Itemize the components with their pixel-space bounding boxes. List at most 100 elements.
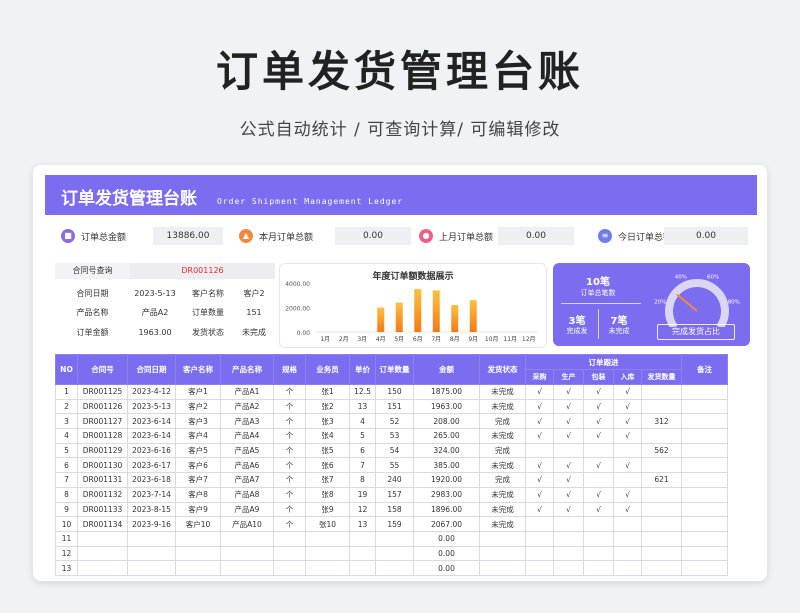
table-cell[interactable]: 240 <box>375 472 414 488</box>
table-cell[interactable]: √ <box>613 413 642 430</box>
table-cell[interactable]: DR001125 <box>77 384 128 400</box>
table-cell[interactable]: 0.00 <box>413 545 480 562</box>
table-cell[interactable] <box>77 545 128 562</box>
table-cell[interactable]: 未完成 <box>479 501 526 518</box>
table-cell[interactable]: 5 <box>55 442 78 459</box>
table-cell[interactable] <box>479 560 526 576</box>
table-cell[interactable] <box>641 530 682 547</box>
table-cell[interactable]: 8 <box>349 472 376 488</box>
table-cell[interactable] <box>681 428 728 444</box>
table-cell[interactable]: √ <box>553 501 584 518</box>
table-cell[interactable] <box>273 560 306 576</box>
table-cell[interactable]: 张5 <box>305 442 350 459</box>
table-cell[interactable]: √ <box>613 501 642 518</box>
table-cell[interactable]: √ <box>613 384 642 400</box>
table-cell[interactable] <box>553 442 584 459</box>
table-cell[interactable]: 客户7 <box>175 472 221 488</box>
table-cell[interactable] <box>613 516 642 532</box>
table-cell[interactable] <box>553 545 584 562</box>
table-cell[interactable] <box>553 516 584 532</box>
table-cell[interactable]: 12.5 <box>349 384 376 400</box>
table-cell[interactable]: 产品A6 <box>220 457 274 474</box>
table-cell[interactable]: √ <box>613 398 642 415</box>
table-cell[interactable]: √ <box>613 457 642 474</box>
table-cell[interactable]: 张4 <box>305 428 350 444</box>
table-cell[interactable]: 客户3 <box>175 413 221 430</box>
table-cell[interactable]: √ <box>525 501 554 518</box>
table-cell[interactable]: DR001128 <box>77 428 128 444</box>
table-cell[interactable]: 2 <box>55 398 78 415</box>
table-cell[interactable]: √ <box>553 457 584 474</box>
table-cell[interactable] <box>681 413 728 430</box>
table-cell[interactable]: 2023-6-16 <box>127 442 176 459</box>
table-cell[interactable]: 客户6 <box>175 457 221 474</box>
table-cell[interactable] <box>220 530 274 547</box>
table-cell[interactable]: DR001132 <box>77 486 128 503</box>
table-cell[interactable] <box>641 428 682 444</box>
table-cell[interactable]: 3 <box>55 413 78 430</box>
table-cell[interactable]: 个 <box>273 472 306 488</box>
table-cell[interactable] <box>583 442 614 459</box>
table-cell[interactable]: 13 <box>55 560 78 576</box>
table-cell[interactable]: 个 <box>273 501 306 518</box>
table-cell[interactable]: 621 <box>641 472 682 488</box>
table-cell[interactable] <box>220 545 274 562</box>
table-cell[interactable] <box>349 560 376 576</box>
table-cell[interactable]: 产品A4 <box>220 428 274 444</box>
table-cell[interactable]: 完成 <box>479 413 526 430</box>
table-cell[interactable]: 2023-9-16 <box>127 516 176 532</box>
table-cell[interactable]: 未完成 <box>479 428 526 444</box>
table-cell[interactable]: DR001129 <box>77 442 128 459</box>
table-cell[interactable] <box>681 398 728 415</box>
table-cell[interactable] <box>613 560 642 576</box>
table-cell[interactable]: 2023-4-12 <box>127 384 176 400</box>
table-cell[interactable]: 12 <box>349 501 376 518</box>
table-cell[interactable]: 5 <box>349 428 376 444</box>
table-cell[interactable]: 完成 <box>479 442 526 459</box>
table-cell[interactable]: 19 <box>349 486 376 503</box>
table-cell[interactable]: DR001133 <box>77 501 128 518</box>
table-cell[interactable] <box>641 398 682 415</box>
table-cell[interactable]: √ <box>525 398 554 415</box>
table-cell[interactable]: 未完成 <box>479 384 526 400</box>
table-cell[interactable]: √ <box>525 413 554 430</box>
table-cell[interactable]: √ <box>583 428 614 444</box>
table-cell[interactable] <box>175 560 221 576</box>
table-cell[interactable] <box>127 545 176 562</box>
table-cell[interactable]: 个 <box>273 398 306 415</box>
table-cell[interactable]: √ <box>553 398 584 415</box>
table-cell[interactable] <box>641 516 682 532</box>
table-cell[interactable] <box>273 545 306 562</box>
table-cell[interactable]: 2067.00 <box>413 516 480 532</box>
table-cell[interactable]: 产品A9 <box>220 501 274 518</box>
table-cell[interactable] <box>681 486 728 503</box>
table-cell[interactable]: √ <box>613 486 642 503</box>
query-input[interactable]: DR001126 <box>130 263 275 279</box>
table-cell[interactable]: 8 <box>55 486 78 503</box>
table-cell[interactable]: √ <box>583 384 614 400</box>
table-cell[interactable]: 个 <box>273 457 306 474</box>
table-cell[interactable] <box>613 545 642 562</box>
table-cell[interactable] <box>583 530 614 547</box>
table-cell[interactable]: 客户2 <box>175 398 221 415</box>
table-cell[interactable]: 个 <box>273 384 306 400</box>
table-cell[interactable]: 2983.00 <box>413 486 480 503</box>
table-cell[interactable]: 265.00 <box>413 428 480 444</box>
table-cell[interactable] <box>681 442 728 459</box>
table-cell[interactable]: 0.00 <box>413 560 480 576</box>
table-cell[interactable] <box>479 545 526 562</box>
table-cell[interactable] <box>525 516 554 532</box>
table-cell[interactable]: 2023-6-18 <box>127 472 176 488</box>
table-cell[interactable] <box>583 545 614 562</box>
table-cell[interactable] <box>77 530 128 547</box>
table-cell[interactable]: 张9 <box>305 501 350 518</box>
table-cell[interactable]: 张7 <box>305 472 350 488</box>
table-cell[interactable]: 1963.00 <box>413 398 480 415</box>
table-cell[interactable]: 个 <box>273 428 306 444</box>
table-cell[interactable]: √ <box>553 428 584 444</box>
table-cell[interactable] <box>681 384 728 400</box>
table-cell[interactable] <box>349 530 376 547</box>
table-cell[interactable] <box>525 560 554 576</box>
table-cell[interactable]: 2023-7-14 <box>127 486 176 503</box>
table-cell[interactable]: √ <box>525 457 554 474</box>
